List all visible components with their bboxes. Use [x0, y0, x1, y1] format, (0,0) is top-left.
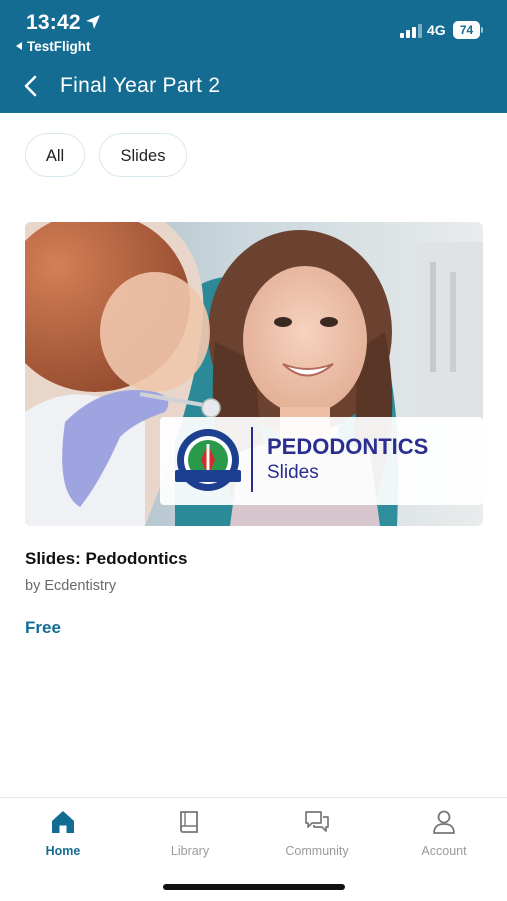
- banner-title: PEDODONTICS: [267, 434, 428, 459]
- header: Final Year Part 2: [0, 60, 507, 113]
- course-author: by Ecdentistry: [25, 578, 117, 594]
- nav-library[interactable]: Library: [140, 808, 240, 858]
- page-title: Final Year Part 2: [60, 74, 221, 97]
- nav-account-label: Account: [421, 844, 467, 858]
- book-icon: [180, 811, 198, 833]
- battery-level: 74: [453, 21, 480, 39]
- status-bar: 13:42 TestFlight 4G 74: [0, 0, 507, 60]
- status-time: 13:42: [26, 11, 81, 34]
- signal-icon: [400, 24, 422, 38]
- top-bar: 13:42 TestFlight 4G 74 Final Year Part 2: [0, 0, 507, 113]
- course-price: Free: [25, 618, 61, 637]
- back-to-testflight[interactable]: TestFlight: [16, 39, 91, 54]
- back-app-label: TestFlight: [27, 39, 91, 54]
- course-thumbnail[interactable]: PEDODONTICS Slides: [25, 222, 483, 526]
- battery-icon: 74: [453, 21, 483, 39]
- location-arrow-icon: [86, 15, 100, 29]
- chat-bubbles-icon: [305, 811, 329, 832]
- filter-chip-slides[interactable]: Slides: [99, 133, 187, 177]
- home-indicator[interactable]: [163, 884, 345, 890]
- filter-chip-all[interactable]: All: [25, 133, 85, 177]
- nav-home[interactable]: Home: [13, 808, 113, 858]
- home-icon: [52, 811, 74, 833]
- nav-community[interactable]: Community: [267, 808, 367, 858]
- nav-account[interactable]: Account: [394, 808, 494, 858]
- dental-photo: PEDODONTICS Slides: [25, 222, 483, 526]
- person-icon: [433, 810, 455, 834]
- nav-community-label: Community: [285, 844, 349, 858]
- back-triangle-icon: [16, 42, 22, 50]
- banner-subtitle: Slides: [267, 462, 319, 483]
- course-title[interactable]: Slides: Pedodontics: [25, 549, 187, 569]
- nav-library-label: Library: [170, 844, 210, 858]
- back-chevron-icon[interactable]: [18, 72, 46, 100]
- nav-home-label: Home: [45, 844, 81, 858]
- network-type: 4G: [427, 22, 446, 38]
